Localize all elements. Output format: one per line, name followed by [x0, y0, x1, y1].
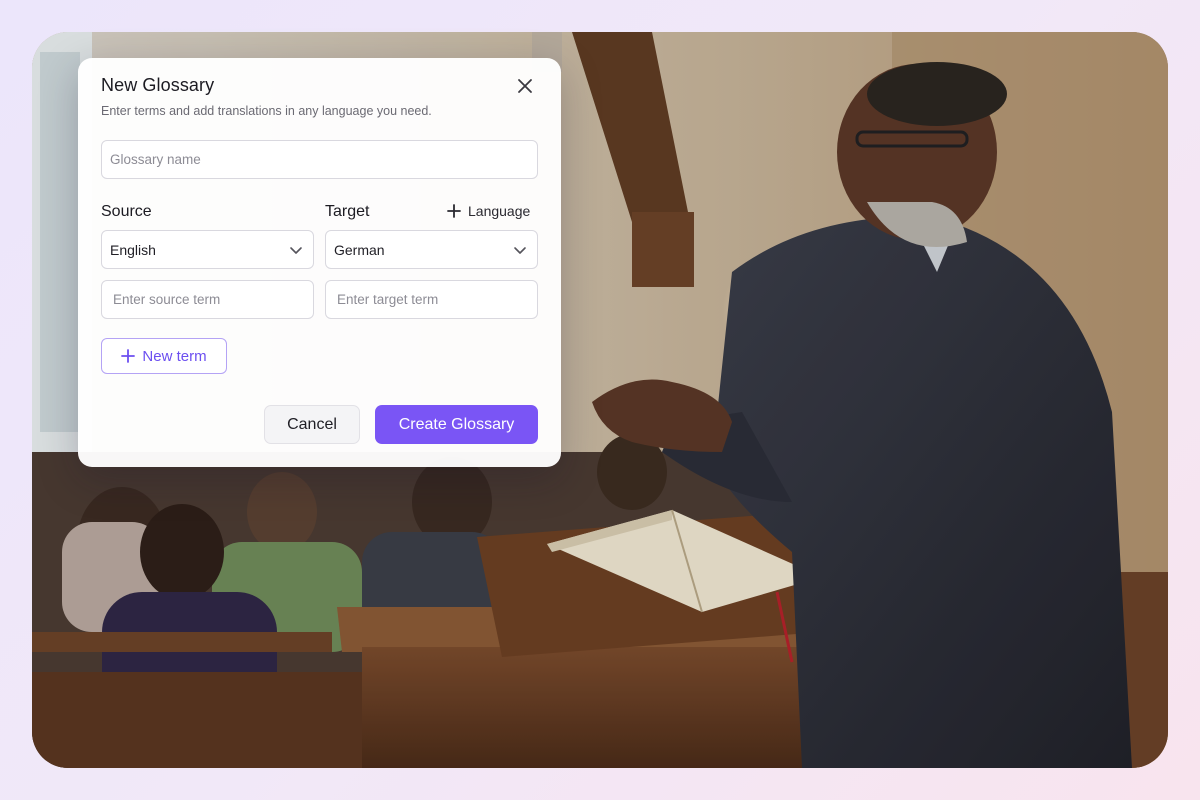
target-label: Target: [325, 203, 370, 220]
source-language-value: English: [110, 241, 156, 258]
target-language-value: German: [334, 241, 385, 258]
target-language-select[interactable]: German: [325, 230, 538, 269]
add-language-label: Language: [468, 203, 531, 219]
create-glossary-button[interactable]: Create Glossary: [375, 405, 538, 444]
new-glossary-dialog: New Glossary Enter terms and add transla…: [78, 58, 561, 467]
target-term-input[interactable]: [325, 280, 538, 319]
close-icon: [518, 79, 532, 93]
new-term-label: New term: [142, 347, 207, 365]
close-button[interactable]: [514, 75, 536, 97]
dialog-title: New Glossary: [101, 75, 215, 95]
chevron-down-icon: [290, 246, 302, 254]
source-label: Source: [101, 203, 152, 220]
dialog-subtitle: Enter terms and add translations in any …: [101, 104, 432, 118]
plus-icon: [121, 349, 136, 363]
new-term-button[interactable]: New term: [101, 338, 227, 374]
chevron-down-icon: [514, 246, 526, 254]
source-term-input[interactable]: [101, 280, 314, 319]
add-language-button[interactable]: Language: [447, 200, 530, 222]
cancel-button[interactable]: Cancel: [264, 405, 360, 444]
glossary-name-input[interactable]: [101, 140, 538, 179]
source-language-select[interactable]: English: [101, 230, 314, 269]
plus-icon: [447, 204, 461, 218]
